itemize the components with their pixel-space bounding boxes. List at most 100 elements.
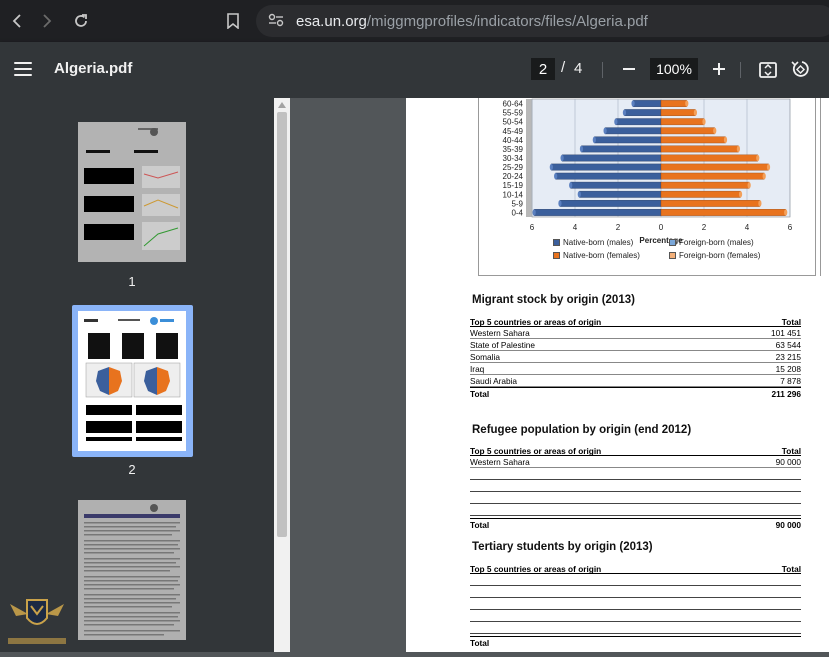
forward-button[interactable] (30, 0, 64, 42)
x-tick-label: 6 (530, 223, 535, 232)
zoom-level-input[interactable]: 100% (650, 58, 698, 80)
bar-end-cap (622, 109, 627, 116)
bar-end-cap (532, 209, 536, 216)
table-row (470, 598, 801, 610)
bar-native-females (660, 145, 739, 153)
y-tick-label: 40-44 (503, 136, 524, 145)
bar-end-cap (758, 200, 762, 207)
thumbnail-3-preview (78, 500, 186, 640)
legend-label: Foreign-born (males) (679, 238, 754, 247)
page-number-input[interactable]: 2 (531, 58, 555, 80)
thumbnail-page-3[interactable] (78, 500, 186, 640)
y-tick-label: 20-24 (503, 172, 524, 181)
fit-to-page-button[interactable] (758, 60, 778, 80)
bar-end-cap (631, 100, 635, 107)
legend-swatch (669, 239, 676, 247)
table-header: Top 5 countries or areas of origin Total (470, 563, 801, 574)
reload-button[interactable] (64, 0, 98, 42)
bar-native-males (533, 209, 662, 216)
legend-foreign-males: Foreign-born (males) (669, 238, 754, 247)
minus-icon (623, 68, 635, 70)
legend-swatch (669, 252, 676, 260)
y-tick-label: 15-19 (503, 181, 524, 190)
bar-end-cap (560, 154, 564, 162)
bar-native-females (660, 181, 750, 189)
table-row: State of Palestine 63 544 (470, 339, 801, 351)
address-bar[interactable]: esa.un.org/miggmgprofiles/indicators/fil… (256, 5, 829, 37)
cell-origin: Western Sahara (470, 457, 530, 467)
rotate-icon (791, 61, 809, 77)
bar-native-males (551, 163, 662, 171)
bar-native-males (632, 100, 662, 107)
x-tick-label: 4 (573, 223, 578, 232)
bar-end-cap (554, 172, 558, 180)
cell-total: 7 878 (780, 376, 801, 386)
bar-end-cap (558, 200, 562, 207)
table-header: Top 5 countries or areas of origin Total (470, 316, 801, 327)
total-value: 90 000 (775, 520, 801, 530)
sidebar-scrollbar[interactable] (274, 98, 290, 652)
refugee-table: Top 5 countries or areas of origin Total … (470, 445, 801, 530)
bar-end-cap (736, 145, 740, 153)
thumbnail-page-2[interactable] (78, 311, 186, 451)
legend-label: Native-born (males) (563, 238, 634, 247)
bar-native-females (660, 200, 761, 207)
page-total: 4 (574, 60, 583, 77)
y-tick-label: 45-49 (503, 127, 524, 136)
table-total-row: Total (470, 636, 801, 648)
url-text: esa.un.org/miggmgprofiles/indicators/fil… (296, 13, 648, 30)
bar-native-females (660, 172, 765, 180)
y-tick-label: 55-59 (503, 109, 524, 118)
legend-native-females: Native-born (females) (553, 251, 640, 260)
bar-native-females (660, 100, 687, 107)
bar-end-cap (766, 163, 771, 171)
col-header-total: Total (781, 564, 801, 574)
pdf-page-2: 6 4 2 0 2 4 6 Percentage 0-4 5-9 10-14 15-19 20-24 25… (406, 98, 829, 652)
thumbnail-page-1[interactable] (78, 122, 186, 262)
legend-swatch (553, 252, 560, 260)
pyramid-svg: 6 4 2 0 2 4 6Percentage0-45-910-1415-1920-2425… (503, 98, 793, 245)
bar-end-cap (713, 127, 717, 134)
table-row (470, 586, 801, 598)
cell-origin: Iraq (470, 364, 485, 374)
plot-left-wall (526, 99, 532, 217)
scroll-up-arrow-icon[interactable] (278, 102, 286, 108)
menu-icon[interactable] (14, 62, 32, 76)
table-row: Western Sahara 90 000 (470, 456, 801, 468)
table-row (470, 610, 801, 622)
cell-total: 101 451 (771, 328, 801, 338)
cell-origin: Somalia (470, 352, 500, 362)
bar-native-males (581, 145, 662, 153)
bookmark-button[interactable] (222, 10, 244, 32)
migrant-stock-table: Top 5 countries or areas of origin Total … (470, 316, 801, 399)
bar-native-males (624, 109, 662, 116)
col-header-origin: Top 5 countries or areas of origin (470, 317, 602, 327)
migrant-stock-title: Migrant stock by origin (2013) (472, 294, 635, 306)
bar-end-cap (738, 191, 743, 198)
pdf-viewer: 6 4 2 0 2 4 6 Percentage 0-4 5-9 10-14 15-19 20-24 25… (290, 98, 829, 652)
zoom-in-button[interactable] (710, 60, 728, 78)
reload-icon (75, 14, 87, 27)
watermark-logo (4, 596, 70, 652)
bar-native-males (559, 200, 662, 207)
bookmark-icon (227, 13, 239, 29)
bar-end-cap (693, 109, 697, 116)
col-header-total: Total (781, 317, 801, 327)
zoom-out-button[interactable] (620, 60, 638, 78)
browser-bar: esa.un.org/miggmgprofiles/indicators/fil… (0, 0, 829, 42)
x-tick-label: 4 (745, 223, 750, 232)
table-body (470, 574, 801, 634)
legend-native-males: Native-born (males) (553, 238, 633, 247)
refugee-title: Refugee population by origin (end 2012) (472, 424, 692, 436)
bar-end-cap (579, 145, 584, 153)
cell-origin: Saudi Arabia (470, 376, 518, 386)
sidebar-scrollbar-thumb[interactable] (277, 112, 287, 537)
x-tick-label: 2 (702, 223, 707, 232)
col-header-total: Total (781, 446, 801, 456)
url-host: esa.un.org (296, 12, 367, 30)
rotate-button[interactable] (790, 59, 810, 79)
bar-native-males (594, 136, 662, 144)
site-info-icon[interactable] (268, 13, 284, 30)
back-button[interactable] (0, 0, 34, 42)
tertiary-title: Tertiary students by origin (2013) (472, 541, 653, 553)
